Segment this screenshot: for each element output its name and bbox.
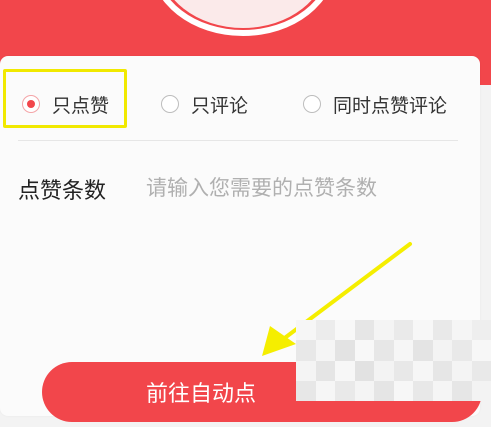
like-count-label: 点赞条数 <box>18 179 107 204</box>
blurred-watermark <box>296 320 491 401</box>
annotation-highlight-box <box>3 69 127 128</box>
like-count-input[interactable] <box>146 170 466 206</box>
option-like-and-comment[interactable]: 同时点赞评论 <box>303 86 447 122</box>
option-comment-only[interactable]: 只评论 <box>161 86 248 122</box>
option-label: 只评论 <box>191 94 249 117</box>
radio-unchecked-icon[interactable] <box>303 95 321 113</box>
radio-unchecked-icon[interactable] <box>161 95 179 113</box>
option-label: 同时点赞评论 <box>333 94 448 117</box>
divider <box>18 140 458 141</box>
